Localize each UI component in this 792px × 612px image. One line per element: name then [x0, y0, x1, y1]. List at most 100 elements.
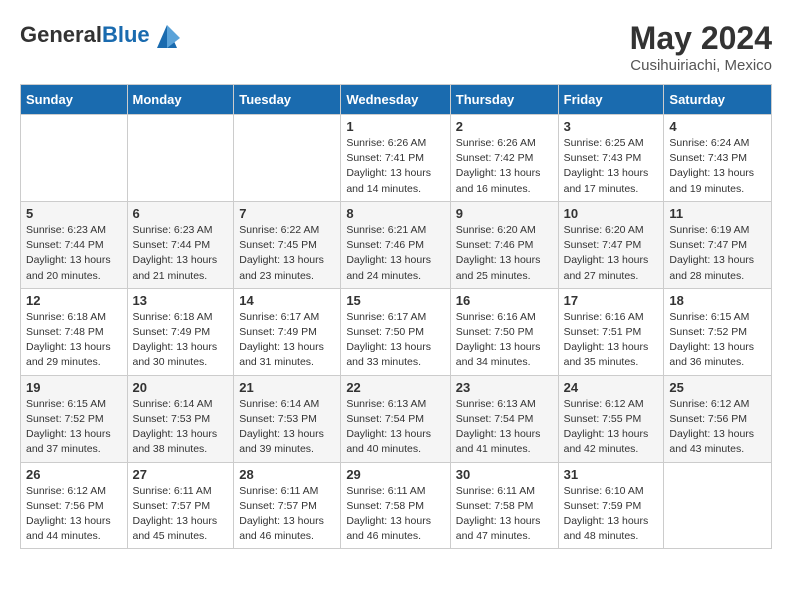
day-number: 19 [26, 380, 122, 395]
day-number: 23 [456, 380, 553, 395]
weekday-header-saturday: Saturday [664, 85, 772, 115]
day-number: 5 [26, 206, 122, 221]
subtitle: Cusihuiriachi, Mexico [630, 57, 772, 74]
day-info: Sunrise: 6:15 AM Sunset: 7:52 PM Dayligh… [669, 310, 766, 371]
day-number: 28 [239, 467, 335, 482]
day-info: Sunrise: 6:21 AM Sunset: 7:46 PM Dayligh… [346, 223, 444, 284]
week-row-1: 1Sunrise: 6:26 AM Sunset: 7:41 PM Daylig… [21, 115, 772, 202]
day-number: 9 [456, 206, 553, 221]
calendar-cell: 11Sunrise: 6:19 AM Sunset: 7:47 PM Dayli… [664, 201, 772, 288]
day-info: Sunrise: 6:17 AM Sunset: 7:49 PM Dayligh… [239, 310, 335, 371]
calendar-cell: 26 Sunrise: 6:12 AM Sunset: 7:56 PM Dayli… [21, 462, 128, 549]
calendar-cell: 14 Sunrise: 6:17 AM Sunset: 7:49 PM Dayli… [234, 288, 341, 375]
day-number: 17 [564, 293, 659, 308]
week-row-4: 19 Sunrise: 6:15 AM Sunset: 7:52 PM Dayli… [21, 375, 772, 462]
day-info: Sunrise: 6:25 AM Sunset: 7:43 PM Dayligh… [564, 136, 659, 197]
day-number: 31 [564, 467, 659, 482]
day-number: 24 [564, 380, 659, 395]
day-number: 6 [133, 206, 229, 221]
day-number: 12 [26, 293, 122, 308]
logo-icon [152, 20, 182, 50]
weekday-header-thursday: Thursday [450, 85, 558, 115]
day-number: 26 [26, 467, 122, 482]
calendar-cell [21, 115, 128, 202]
calendar-cell: 7 Sunrise: 6:22 AM Sunset: 7:45 PM Daylig… [234, 201, 341, 288]
calendar-cell: 1Sunrise: 6:26 AM Sunset: 7:41 PM Daylig… [341, 115, 450, 202]
calendar-body: 1Sunrise: 6:26 AM Sunset: 7:41 PM Daylig… [21, 115, 772, 549]
day-number: 16 [456, 293, 553, 308]
weekday-header-sunday: Sunday [21, 85, 128, 115]
day-info: Sunrise: 6:24 AM Sunset: 7:43 PM Dayligh… [669, 136, 766, 197]
day-number: 30 [456, 467, 553, 482]
calendar-cell [127, 115, 234, 202]
day-number: 20 [133, 380, 229, 395]
calendar-cell: 28 Sunrise: 6:11 AM Sunset: 7:57 PM Dayli… [234, 462, 341, 549]
calendar-cell [664, 462, 772, 549]
day-info: Sunrise: 6:10 AM Sunset: 7:59 PM Dayligh… [564, 484, 659, 545]
day-info: Sunrise: 6:15 AM Sunset: 7:52 PM Dayligh… [26, 397, 122, 458]
day-number: 7 [239, 206, 335, 221]
main-title: May 2024 [630, 20, 772, 57]
day-number: 18 [669, 293, 766, 308]
logo: GeneralBlue [20, 20, 182, 50]
calendar-cell: 22 Sunrise: 6:13 AM Sunset: 7:54 PM Dayli… [341, 375, 450, 462]
calendar-cell: 18 Sunrise: 6:15 AM Sunset: 7:52 PM Dayli… [664, 288, 772, 375]
logo-general: General [20, 22, 102, 47]
calendar-cell: 20Sunrise: 6:14 AM Sunset: 7:53 PM Dayli… [127, 375, 234, 462]
day-info: Sunrise: 6:20 AM Sunset: 7:47 PM Dayligh… [564, 223, 659, 284]
day-number: 8 [346, 206, 444, 221]
week-row-5: 26 Sunrise: 6:12 AM Sunset: 7:56 PM Dayli… [21, 462, 772, 549]
calendar-cell: 25Sunrise: 6:12 AM Sunset: 7:56 PM Dayli… [664, 375, 772, 462]
day-info: Sunrise: 6:14 AM Sunset: 7:53 PM Dayligh… [239, 397, 335, 458]
calendar-cell: 13 Sunrise: 6:18 AM Sunset: 7:49 PM Dayli… [127, 288, 234, 375]
day-number: 1 [346, 119, 444, 134]
week-row-2: 5 Sunrise: 6:23 AM Sunset: 7:44 PM Daylig… [21, 201, 772, 288]
day-number: 13 [133, 293, 229, 308]
day-info: Sunrise: 6:12 AM Sunset: 7:55 PM Dayligh… [564, 397, 659, 458]
day-info: Sunrise: 6:13 AM Sunset: 7:54 PM Dayligh… [346, 397, 444, 458]
calendar-cell: 15Sunrise: 6:17 AM Sunset: 7:50 PM Dayli… [341, 288, 450, 375]
day-number: 4 [669, 119, 766, 134]
calendar-table: SundayMondayTuesdayWednesdayThursdayFrid… [20, 84, 772, 549]
day-number: 21 [239, 380, 335, 395]
calendar-cell [234, 115, 341, 202]
day-info: Sunrise: 6:26 AM Sunset: 7:42 PM Dayligh… [456, 136, 553, 197]
calendar-cell: 12 Sunrise: 6:18 AM Sunset: 7:48 PM Dayli… [21, 288, 128, 375]
weekday-header-row: SundayMondayTuesdayWednesdayThursdayFrid… [21, 85, 772, 115]
calendar-cell: 8 Sunrise: 6:21 AM Sunset: 7:46 PM Daylig… [341, 201, 450, 288]
day-info: Sunrise: 6:23 AM Sunset: 7:44 PM Dayligh… [26, 223, 122, 284]
day-number: 14 [239, 293, 335, 308]
day-number: 10 [564, 206, 659, 221]
day-info: Sunrise: 6:19 AM Sunset: 7:47 PM Dayligh… [669, 223, 766, 284]
day-info: Sunrise: 6:12 AM Sunset: 7:56 PM Dayligh… [26, 484, 122, 545]
day-info: Sunrise: 6:22 AM Sunset: 7:45 PM Dayligh… [239, 223, 335, 284]
calendar-cell: 3 Sunrise: 6:25 AM Sunset: 7:43 PM Daylig… [558, 115, 664, 202]
weekday-header-tuesday: Tuesday [234, 85, 341, 115]
day-number: 22 [346, 380, 444, 395]
day-info: Sunrise: 6:16 AM Sunset: 7:50 PM Dayligh… [456, 310, 553, 371]
calendar-cell: 17Sunrise: 6:16 AM Sunset: 7:51 PM Dayli… [558, 288, 664, 375]
day-info: Sunrise: 6:20 AM Sunset: 7:46 PM Dayligh… [456, 223, 553, 284]
weekday-header-wednesday: Wednesday [341, 85, 450, 115]
day-number: 3 [564, 119, 659, 134]
calendar-cell: 23 Sunrise: 6:13 AM Sunset: 7:54 PM Dayli… [450, 375, 558, 462]
day-info: Sunrise: 6:18 AM Sunset: 7:49 PM Dayligh… [133, 310, 229, 371]
calendar-cell: 2 Sunrise: 6:26 AM Sunset: 7:42 PM Daylig… [450, 115, 558, 202]
title-block: May 2024 Cusihuiriachi, Mexico [630, 20, 772, 74]
day-number: 2 [456, 119, 553, 134]
calendar-cell: 4 Sunrise: 6:24 AM Sunset: 7:43 PM Daylig… [664, 115, 772, 202]
logo-blue: Blue [102, 22, 150, 47]
calendar-cell: 6Sunrise: 6:23 AM Sunset: 7:44 PM Daylig… [127, 201, 234, 288]
day-info: Sunrise: 6:12 AM Sunset: 7:56 PM Dayligh… [669, 397, 766, 458]
day-info: Sunrise: 6:11 AM Sunset: 7:57 PM Dayligh… [239, 484, 335, 545]
calendar-cell: 24 Sunrise: 6:12 AM Sunset: 7:55 PM Dayli… [558, 375, 664, 462]
calendar-cell: 21 Sunrise: 6:14 AM Sunset: 7:53 PM Dayli… [234, 375, 341, 462]
calendar-cell: 9 Sunrise: 6:20 AM Sunset: 7:46 PM Daylig… [450, 201, 558, 288]
weekday-header-monday: Monday [127, 85, 234, 115]
day-info: Sunrise: 6:18 AM Sunset: 7:48 PM Dayligh… [26, 310, 122, 371]
day-info: Sunrise: 6:13 AM Sunset: 7:54 PM Dayligh… [456, 397, 553, 458]
day-number: 15 [346, 293, 444, 308]
day-info: Sunrise: 6:11 AM Sunset: 7:58 PM Dayligh… [456, 484, 553, 545]
calendar-cell: 27Sunrise: 6:11 AM Sunset: 7:57 PM Dayli… [127, 462, 234, 549]
page-header: GeneralBlue May 2024 Cusihuiriachi, Mexi… [20, 20, 772, 74]
